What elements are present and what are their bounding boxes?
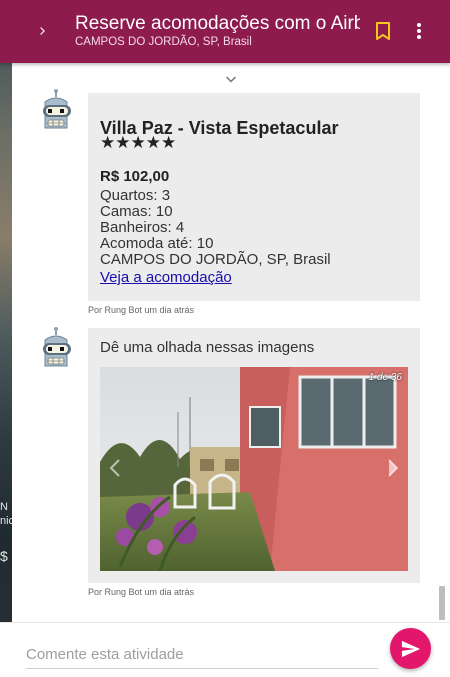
post-meta: Por Rung Bot um dia atrás	[88, 587, 195, 597]
background-peek-text: N nic	[0, 501, 12, 527]
background-peek-price: $	[0, 548, 8, 564]
chevron-down-icon[interactable]	[222, 70, 240, 88]
send-icon	[401, 640, 420, 657]
more-vertical-icon[interactable]	[404, 16, 434, 46]
listing-location: CAMPOS DO JORDÃO, SP, Brasil	[100, 251, 331, 268]
post-meta: Por Rung Bot um dia atrás	[88, 305, 195, 315]
header-title: Reserve acomodações com o Airbnb	[75, 13, 360, 34]
listing-beds: Camas: 10	[100, 203, 173, 220]
avatar	[33, 88, 79, 134]
listing-guests: Acomoda até: 10	[100, 235, 214, 252]
chevron-right-icon[interactable]	[28, 16, 58, 46]
view-listing-link[interactable]: Veja a acomodação	[100, 269, 232, 286]
bookmark-icon[interactable]	[368, 16, 398, 46]
rating-stars: ★★★★★	[100, 133, 177, 152]
listing-baths: Banheiros: 4	[100, 219, 185, 236]
send-button[interactable]	[390, 628, 431, 669]
carousel-next-icon[interactable]	[386, 457, 400, 479]
listing-card: Villa Paz - Vista Espetacular ★★★★★ R$ 1…	[88, 93, 420, 301]
avatar	[33, 326, 79, 372]
carousel-prev-icon[interactable]	[108, 457, 122, 479]
images-card: Dê uma olhada nessas imagens 1 de 36	[88, 328, 420, 583]
carousel-photo	[100, 367, 408, 571]
comment-input[interactable]	[26, 640, 378, 669]
app-header: Reserve acomodações com o Airbnb CAMPOS …	[0, 0, 450, 63]
listing-rooms: Quartos: 3	[100, 187, 171, 204]
image-counter: 1 de 36	[368, 372, 402, 383]
background-page-strip: N nic $	[0, 0, 12, 676]
images-message: Dê uma olhada nessas imagens	[100, 339, 315, 356]
header-subtitle: CAMPOS DO JORDÃO, SP, Brasil	[75, 36, 252, 48]
scrollbar-thumb[interactable]	[439, 586, 445, 620]
image-carousel[interactable]: 1 de 36	[100, 367, 408, 571]
listing-price: R$ 102,00	[100, 168, 170, 185]
